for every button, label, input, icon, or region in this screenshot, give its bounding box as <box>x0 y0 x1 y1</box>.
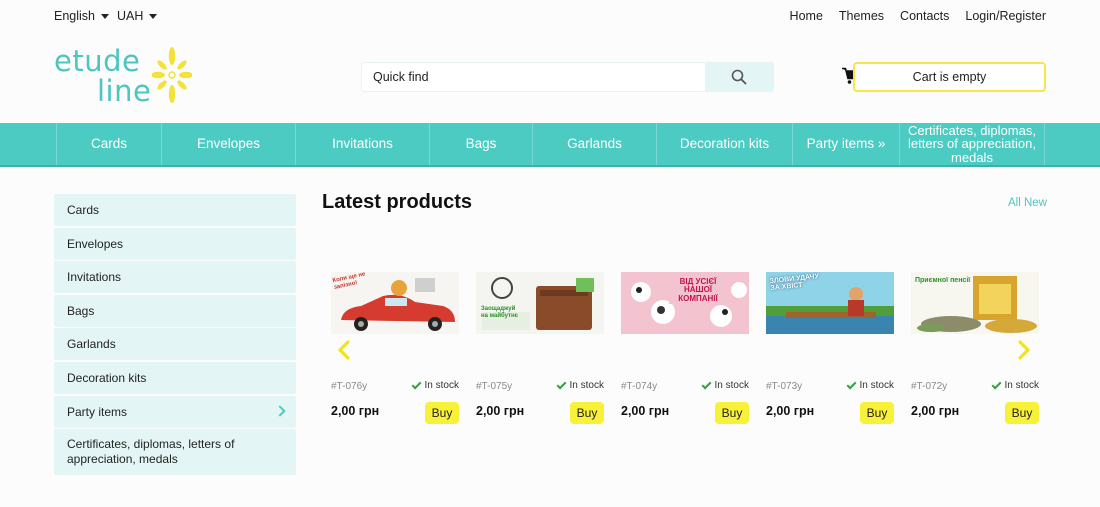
search-button[interactable] <box>705 63 773 91</box>
product-card: ЗЛОВИ УДАЧУ ЗА ХВІСТ #T-073y In stock 2,… <box>766 272 894 428</box>
top-links: Home Themes Contacts Login/Register <box>790 9 1046 23</box>
stock-status: In stock <box>701 379 749 391</box>
product-sku: #T-074y <box>621 381 658 392</box>
nav-item-certificates[interactable]: Certificates, diplomas, letters of appre… <box>899 123 1045 165</box>
product-price: 2,00 грн <box>911 404 960 418</box>
currency-label: UAH <box>117 9 144 23</box>
product-card: ВІД УСІЄЇ НАШОЇ КОМПАНІЇ #T-074y In stoc… <box>621 272 749 428</box>
check-icon <box>411 379 421 389</box>
buy-button[interactable]: Buy <box>425 402 459 424</box>
chevron-right-icon <box>274 404 286 417</box>
link-login-register[interactable]: Login/Register <box>965 9 1046 23</box>
sidebar-item-certificates[interactable]: Certificates, diplomas, letters of appre… <box>54 429 296 476</box>
link-themes[interactable]: Themes <box>839 9 884 23</box>
stock-status: In stock <box>411 379 459 391</box>
sidebar-item-label: Envelopes <box>67 236 124 251</box>
sidebar-item-bags[interactable]: Bags <box>54 294 296 327</box>
sidebar-item-label: Invitations <box>67 270 122 285</box>
product-image[interactable]: ВІД УСІЄЇ НАШОЇ КОМПАНІЇ <box>621 272 749 334</box>
caret-down-icon <box>149 13 158 19</box>
sidebar-item-label: Party items <box>67 404 128 419</box>
buy-button[interactable]: Buy <box>715 402 749 424</box>
product-card: Заощаджуй на майбутнє #T-075y In stock 2… <box>476 272 604 428</box>
product-sku: #T-075y <box>476 381 513 392</box>
sidebar-item-cards[interactable]: Cards <box>54 194 296 226</box>
product-sku: #T-072y <box>911 381 948 392</box>
product-image-text: Заощаджуй на майбутнє <box>481 306 518 319</box>
nav-item-decoration-kits[interactable]: Decoration kits <box>656 123 792 165</box>
nav-item-envelopes[interactable]: Envelopes <box>161 123 295 165</box>
product-image[interactable]: Коли ще не запізно! <box>331 272 459 334</box>
nav-item-cards[interactable]: Cards <box>56 123 161 165</box>
sidebar-item-label: Garlands <box>67 337 116 352</box>
link-home[interactable]: Home <box>790 9 823 23</box>
sidebar-item-label: Cards <box>67 203 100 217</box>
chevron-right-icon[interactable] <box>1016 340 1032 360</box>
stock-status: In stock <box>991 379 1039 391</box>
stock-label: In stock <box>859 380 894 391</box>
chevron-left-icon[interactable] <box>336 340 352 360</box>
sidebar-item-garlands[interactable]: Garlands <box>54 328 296 361</box>
product-image-text: ВІД УСІЄЇ НАШОЇ КОМПАНІЇ <box>678 277 718 303</box>
sidebar-item-party-items[interactable]: Party items <box>54 395 296 428</box>
cart-label: Cart is empty <box>912 70 987 84</box>
stock-label: In stock <box>1004 380 1039 391</box>
stock-label: In stock <box>424 380 459 391</box>
caret-down-icon <box>101 13 109 19</box>
buy-button[interactable]: Buy <box>1005 402 1039 424</box>
buy-button[interactable]: Buy <box>570 402 604 424</box>
product-image[interactable]: Заощаджуй на майбутнє <box>476 272 604 334</box>
sidebar-item-invitations[interactable]: Invitations <box>54 261 296 294</box>
sidebar-item-label: Decoration kits <box>67 370 147 385</box>
check-icon <box>556 379 566 389</box>
nav-item-bags[interactable]: Bags <box>429 123 532 165</box>
product-price: 2,00 грн <box>476 404 525 418</box>
search-icon <box>731 69 747 85</box>
currency-selector[interactable]: UAH <box>117 9 158 23</box>
stock-status: In stock <box>846 379 894 391</box>
link-contacts[interactable]: Contacts <box>900 9 949 23</box>
check-icon <box>991 379 1001 389</box>
product-sku: #T-076y <box>331 381 368 392</box>
logo-text-line1: etude <box>54 44 141 78</box>
main-nav: Cards Envelopes Invitations Bags Garland… <box>0 123 1100 167</box>
product-image[interactable]: ЗЛОВИ УДАЧУ ЗА ХВІСТ <box>766 272 894 334</box>
sidebar-item-decoration-kits[interactable]: Decoration kits <box>54 361 296 394</box>
sidebar-item-label: Bags <box>67 303 95 318</box>
product-sku: #T-073y <box>766 381 803 392</box>
cart-button[interactable]: Cart is empty <box>853 62 1046 92</box>
category-sidebar: Cards Envelopes Invitations Bags Garland… <box>54 194 296 477</box>
nav-item-party-items[interactable]: Party items » <box>792 123 899 165</box>
buy-button[interactable]: Buy <box>860 402 894 424</box>
stock-label: In stock <box>569 380 604 391</box>
logo[interactable]: etude line <box>54 44 194 108</box>
all-new-link[interactable]: All New <box>1008 197 1047 209</box>
search-input[interactable] <box>362 63 706 91</box>
product-price: 2,00 грн <box>766 404 815 418</box>
sidebar-item-label: Certificates, diplomas, letters of appre… <box>67 437 235 467</box>
check-icon <box>701 379 711 389</box>
language-selector[interactable]: English <box>54 9 109 23</box>
logo-text-line2: line <box>97 74 152 108</box>
sidebar-item-envelopes[interactable]: Envelopes <box>54 227 296 260</box>
language-label: English <box>54 9 95 23</box>
product-image[interactable]: Приємної пенсії <box>911 272 1039 334</box>
check-icon <box>846 379 856 389</box>
product-price: 2,00 грн <box>331 404 380 418</box>
top-bar: English UAH Home Themes Contacts Login/R… <box>0 0 1100 32</box>
stock-label: In stock <box>714 380 749 391</box>
nav-item-garlands[interactable]: Garlands <box>532 123 656 165</box>
stock-status: In stock <box>556 379 604 391</box>
section-title: Latest products <box>322 191 473 213</box>
product-price: 2,00 грн <box>621 404 670 418</box>
nav-item-invitations[interactable]: Invitations <box>295 123 429 165</box>
flower-icon <box>152 47 192 103</box>
product-image-text: Приємної пенсії <box>915 277 971 284</box>
search-bar <box>361 62 774 92</box>
